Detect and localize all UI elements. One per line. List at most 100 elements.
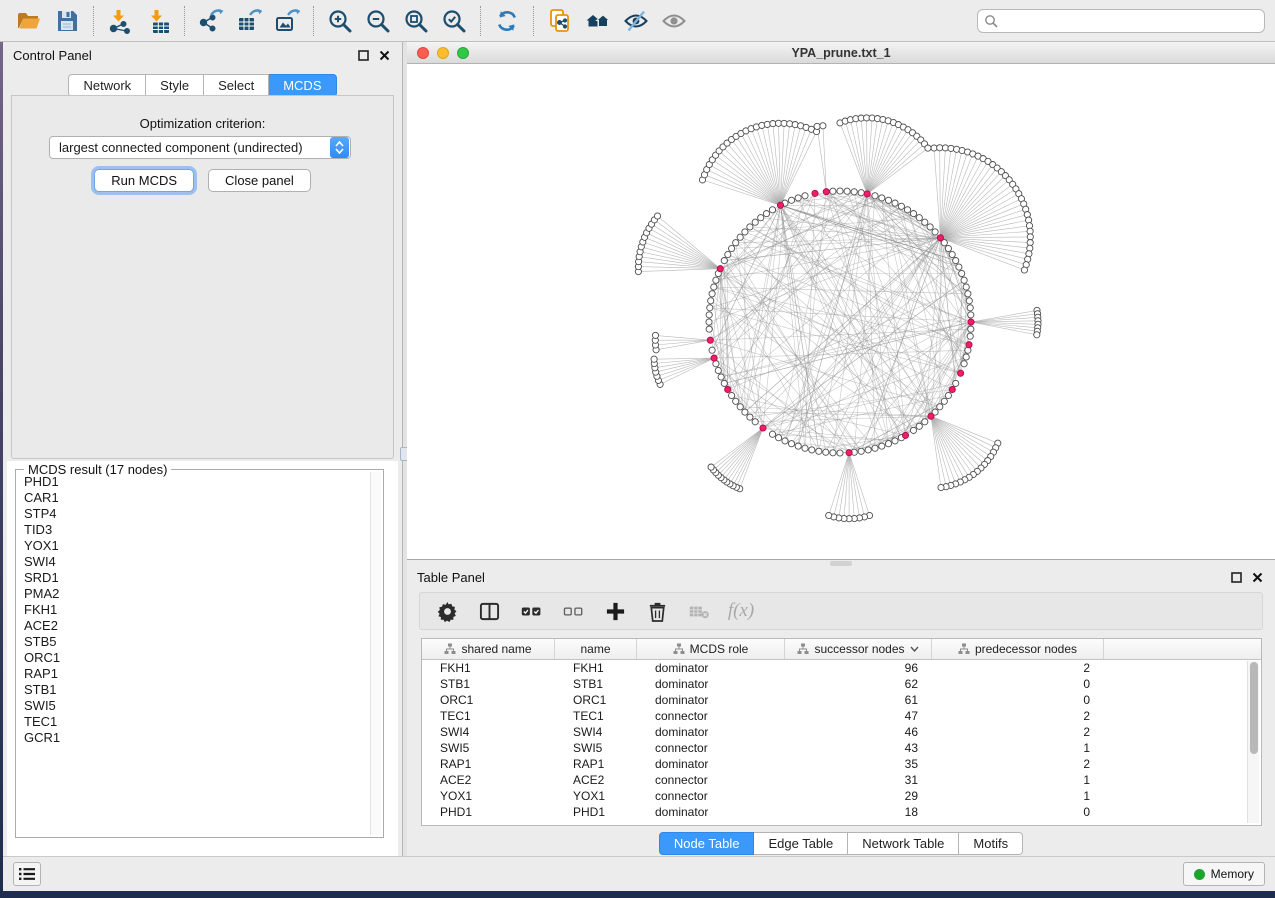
network-node[interactable] bbox=[885, 197, 891, 203]
network-node[interactable] bbox=[837, 188, 843, 194]
network-node[interactable] bbox=[733, 240, 739, 246]
network-node[interactable] bbox=[706, 312, 712, 318]
table-settings-button[interactable] bbox=[430, 596, 464, 626]
add-column-button[interactable] bbox=[598, 596, 632, 626]
network-node[interactable] bbox=[872, 445, 878, 451]
table-cell[interactable]: dominator bbox=[637, 757, 785, 771]
network-node[interactable] bbox=[910, 427, 916, 433]
network-node[interactable] bbox=[652, 332, 658, 338]
network-node[interactable] bbox=[844, 188, 850, 194]
network-node[interactable] bbox=[729, 245, 735, 251]
network-node[interactable] bbox=[747, 224, 753, 230]
tab-network-table[interactable]: Network Table bbox=[848, 832, 959, 855]
table-cell[interactable]: PHD1 bbox=[422, 805, 555, 819]
network-node[interactable] bbox=[729, 392, 735, 398]
network-node[interactable] bbox=[898, 203, 904, 209]
network-node[interactable] bbox=[742, 409, 748, 415]
float-table-panel-button[interactable] bbox=[1228, 569, 1244, 585]
table-row[interactable]: SWI4SWI4dominator462 bbox=[422, 724, 1261, 740]
mcds-node[interactable] bbox=[846, 450, 852, 456]
table-cell[interactable]: TEC1 bbox=[555, 709, 637, 723]
table-cell[interactable]: 2 bbox=[932, 725, 1104, 739]
mcds-node[interactable] bbox=[760, 425, 766, 431]
network-node[interactable] bbox=[721, 258, 727, 264]
function-builder-button[interactable]: f(x) bbox=[724, 596, 758, 626]
panel-drag-handle[interactable] bbox=[830, 561, 852, 566]
table-row[interactable]: SWI5SWI5connector431 bbox=[422, 740, 1261, 756]
mcds-result-item[interactable]: TEC1 bbox=[20, 714, 369, 730]
network-node[interactable] bbox=[809, 447, 815, 453]
table-cell[interactable]: connector bbox=[637, 789, 785, 803]
table-row[interactable]: TEC1TEC1connector472 bbox=[422, 708, 1261, 724]
mcds-node[interactable] bbox=[707, 337, 713, 343]
mcds-result-item[interactable]: ACE2 bbox=[20, 618, 369, 634]
network-node[interactable] bbox=[802, 193, 808, 199]
mcds-node[interactable] bbox=[902, 432, 908, 438]
select-all-button[interactable] bbox=[514, 596, 548, 626]
network-node[interactable] bbox=[965, 291, 971, 297]
mcds-result-item[interactable]: SWI4 bbox=[20, 554, 369, 570]
table-cell[interactable]: SWI4 bbox=[555, 725, 637, 739]
network-node[interactable] bbox=[706, 319, 712, 325]
network-node[interactable] bbox=[763, 211, 769, 217]
network-node[interactable] bbox=[916, 423, 922, 429]
network-node[interactable] bbox=[718, 374, 724, 380]
mcds-node[interactable] bbox=[777, 202, 783, 208]
mcds-node[interactable] bbox=[823, 189, 829, 195]
table-cell[interactable]: 1 bbox=[932, 773, 1104, 787]
column-header-name[interactable]: name bbox=[555, 639, 637, 659]
open-button[interactable] bbox=[10, 4, 48, 38]
network-node[interactable] bbox=[879, 195, 885, 201]
network-canvas[interactable] bbox=[407, 64, 1275, 559]
table-cell[interactable]: 47 bbox=[785, 709, 932, 723]
table-cell[interactable]: dominator bbox=[637, 805, 785, 819]
memory-button[interactable]: Memory bbox=[1183, 862, 1265, 886]
network-node[interactable] bbox=[945, 245, 951, 251]
network-node[interactable] bbox=[953, 258, 959, 264]
network-node[interactable] bbox=[858, 448, 864, 454]
mcds-result-item[interactable]: STP4 bbox=[20, 506, 369, 522]
column-header-MCDS-role[interactable]: MCDS role bbox=[637, 639, 785, 659]
network-node[interactable] bbox=[910, 211, 916, 217]
tab-style[interactable]: Style bbox=[146, 74, 204, 97]
network-node[interactable] bbox=[916, 215, 922, 221]
mcds-result-item[interactable]: STB5 bbox=[20, 634, 369, 650]
table-cell[interactable]: 0 bbox=[932, 677, 1104, 691]
network-node[interactable] bbox=[742, 229, 748, 235]
network-node[interactable] bbox=[837, 450, 843, 456]
network-node[interactable] bbox=[707, 305, 713, 311]
table-cell[interactable]: 43 bbox=[785, 741, 932, 755]
network-node[interactable] bbox=[858, 190, 864, 196]
network-node[interactable] bbox=[737, 404, 743, 410]
mcds-node[interactable] bbox=[968, 319, 974, 325]
network-node[interactable] bbox=[968, 326, 974, 332]
network-node[interactable] bbox=[758, 215, 764, 221]
show-all-button[interactable] bbox=[655, 4, 693, 38]
table-cell[interactable]: connector bbox=[637, 773, 785, 787]
table-cell[interactable]: FKH1 bbox=[422, 661, 555, 675]
network-node[interactable] bbox=[961, 361, 967, 367]
network-node[interactable] bbox=[925, 145, 931, 151]
close-panel-button-mcds[interactable]: Close panel bbox=[208, 169, 311, 192]
mcds-node[interactable] bbox=[949, 386, 955, 392]
network-node[interactable] bbox=[941, 398, 947, 404]
network-node[interactable] bbox=[708, 298, 714, 304]
network-node[interactable] bbox=[721, 380, 727, 386]
table-scrollbar-thumb[interactable] bbox=[1250, 662, 1258, 754]
table-cell[interactable]: connector bbox=[637, 709, 785, 723]
task-history-button[interactable] bbox=[13, 862, 41, 886]
table-cell[interactable]: FKH1 bbox=[555, 661, 637, 675]
table-cell[interactable]: STB1 bbox=[422, 677, 555, 691]
network-node[interactable] bbox=[706, 326, 712, 332]
network-node[interactable] bbox=[967, 305, 973, 311]
table-cell[interactable]: dominator bbox=[637, 677, 785, 691]
network-node[interactable] bbox=[922, 419, 928, 425]
mcds-node[interactable] bbox=[937, 235, 943, 241]
network-node[interactable] bbox=[769, 431, 775, 437]
table-cell[interactable]: SWI5 bbox=[555, 741, 637, 755]
export-image-button[interactable] bbox=[268, 4, 306, 38]
table-row[interactable]: ACE2ACE2connector311 bbox=[422, 772, 1261, 788]
export-network-button[interactable] bbox=[192, 4, 230, 38]
network-node[interactable] bbox=[816, 448, 822, 454]
network-node[interactable] bbox=[752, 219, 758, 225]
